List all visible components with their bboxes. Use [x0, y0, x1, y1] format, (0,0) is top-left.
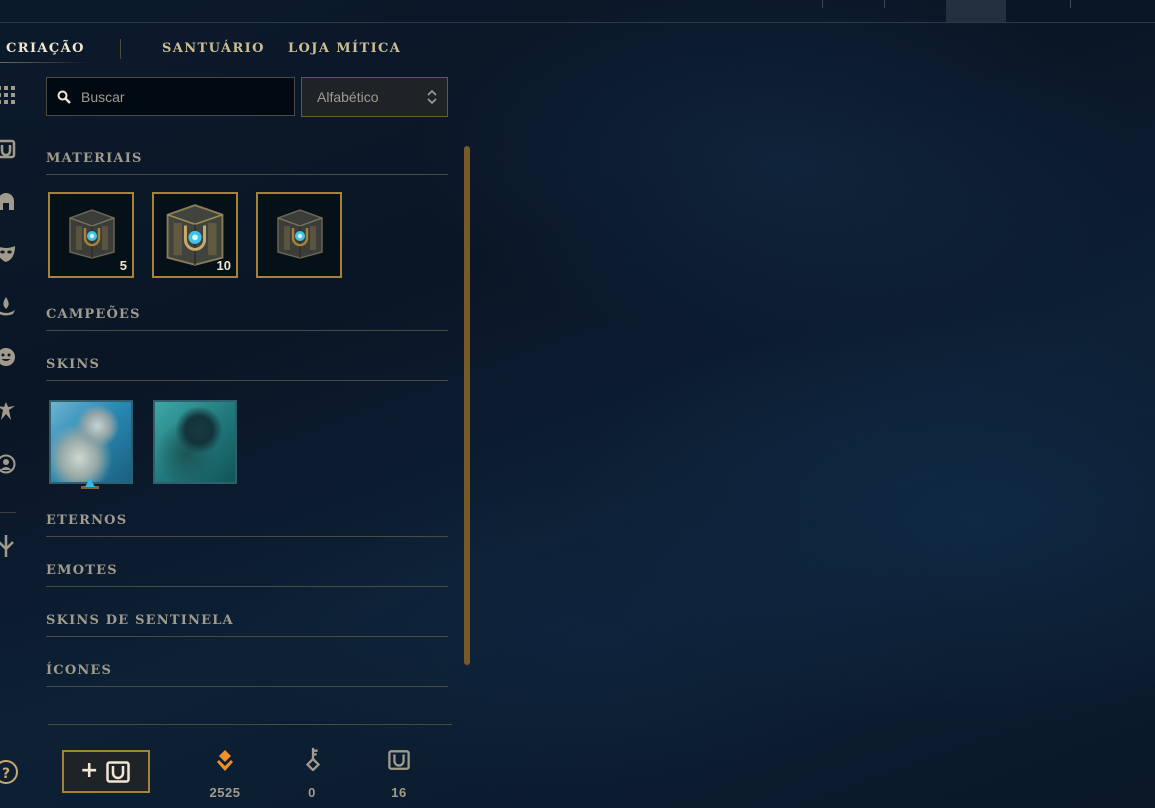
top-navbar-tab[interactable]: [946, 0, 1006, 22]
search-box[interactable]: [46, 77, 295, 116]
chest-count: 16: [391, 785, 407, 800]
grid-icon[interactable]: [0, 86, 18, 108]
section-title-skins[interactable]: SKINS: [46, 357, 100, 372]
section-title-eternals[interactable]: ETERNOS: [46, 513, 127, 528]
section-divider: [46, 636, 448, 637]
key-fragment-icon: [305, 747, 321, 771]
help-icon[interactable]: ?: [0, 760, 18, 784]
hextech-chest-icon: [69, 209, 115, 259]
sort-dropdown[interactable]: Alfabético: [301, 77, 448, 117]
bottom-divider: [48, 724, 452, 725]
rail-separator: [0, 512, 16, 513]
key-icon[interactable]: [0, 535, 18, 557]
sort-selected-label: Alfabético: [317, 89, 379, 105]
section-divider: [46, 174, 448, 175]
section-title-materials[interactable]: MATERIAIS: [46, 151, 143, 166]
section-title-champions[interactable]: CAMPEÕES: [46, 307, 141, 322]
mask-icon[interactable]: [0, 243, 18, 265]
skin-shard-tile[interactable]: [153, 400, 237, 484]
section-title-icons[interactable]: ÍCONES: [46, 663, 112, 678]
craft-chest-button[interactable]: +: [62, 750, 150, 793]
material-tile[interactable]: [256, 192, 342, 278]
section-title-emotes[interactable]: EMOTES: [46, 563, 118, 578]
rarity-marker-icon: [81, 478, 99, 489]
top-divider: [822, 0, 823, 8]
plus-icon: +: [80, 758, 99, 783]
search-icon: [57, 90, 71, 104]
hextech-chest-icon: [277, 209, 323, 259]
chest-icon[interactable]: [0, 139, 18, 161]
section-divider: [46, 686, 448, 687]
active-tab-underline: [0, 62, 92, 63]
top-navbar-border: [0, 22, 1155, 23]
section-divider: [46, 586, 448, 587]
skin-shard-tile[interactable]: [49, 400, 133, 484]
section-title-ward-skins[interactable]: SKINS DE SENTINELA: [46, 613, 234, 628]
section-divider: [46, 536, 448, 537]
top-divider: [1070, 0, 1071, 8]
orange-essence-icon: [217, 750, 233, 771]
chest-icon: [106, 761, 130, 783]
orange-essence-count: 2525: [209, 785, 241, 800]
chevron-updown-icon: [427, 89, 437, 105]
profile-icon[interactable]: [0, 454, 18, 476]
helmet-icon[interactable]: [0, 192, 18, 214]
material-count: 5: [119, 258, 127, 273]
eternals-icon[interactable]: [0, 401, 18, 423]
section-divider: [46, 330, 448, 331]
key-fragment-count: 0: [308, 785, 316, 800]
tab-divider: [120, 39, 121, 59]
material-tile[interactable]: 5: [48, 192, 134, 278]
material-tile[interactable]: 10: [152, 192, 238, 278]
loot-scrollbar[interactable]: [464, 146, 470, 665]
emote-icon[interactable]: [0, 347, 18, 369]
section-divider: [46, 380, 448, 381]
search-input[interactable]: [81, 78, 281, 115]
ward-icon[interactable]: [0, 296, 18, 318]
masterwork-chest-icon: [166, 204, 224, 266]
tab-sanctum[interactable]: SANTUÁRIO: [162, 41, 265, 56]
tab-crafting[interactable]: CRIAÇÃO: [6, 41, 85, 56]
chest-icon: [388, 750, 410, 770]
material-count: 10: [216, 258, 231, 273]
top-divider: [884, 0, 885, 8]
tab-mythic-shop[interactable]: LOJA MÍTICA: [288, 41, 401, 56]
